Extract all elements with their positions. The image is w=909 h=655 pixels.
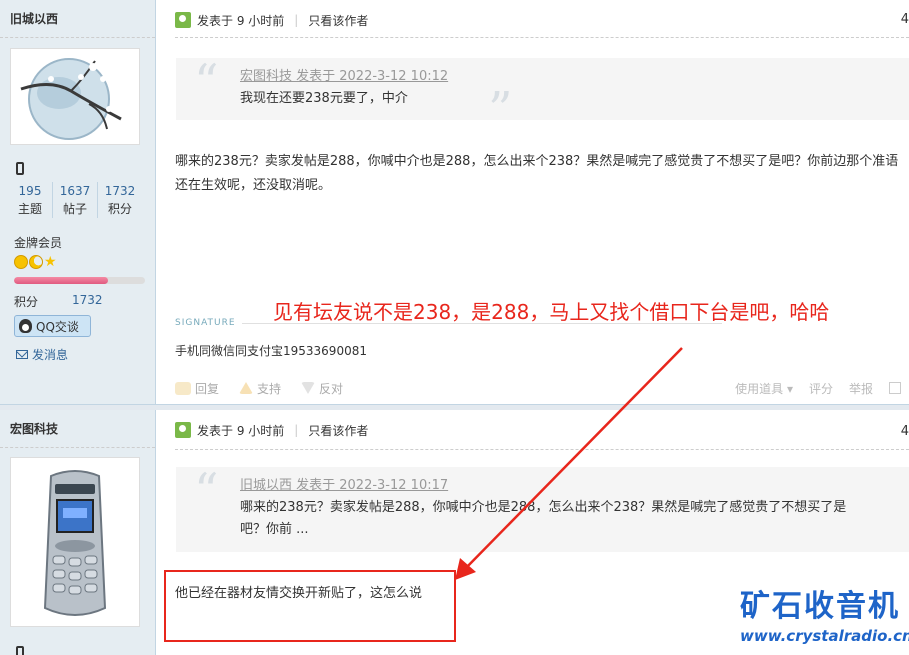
annotation-arrow [455, 347, 683, 580]
watermark: 矿石收音机 www.crystalradio.cn [740, 590, 909, 648]
watermark-url: www.crystalradio.cn [740, 627, 909, 645]
watermark-title: 矿石收音机 [740, 589, 900, 624]
